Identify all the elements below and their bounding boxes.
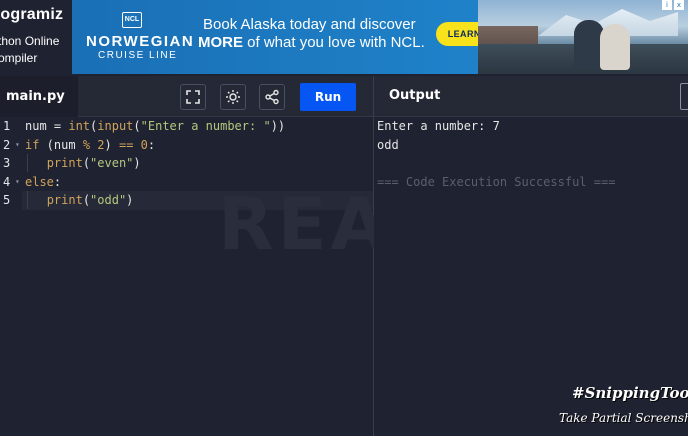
code-token: 2	[97, 137, 105, 152]
theme-sun-icon	[226, 90, 240, 104]
run-button[interactable]: Run	[300, 83, 356, 111]
code-token: (	[82, 193, 91, 207]
code-token: ==	[118, 137, 134, 152]
output-header: Output	[374, 76, 688, 117]
code-text: if (num % 2) == 0:	[25, 136, 155, 155]
fullscreen-icon	[186, 90, 200, 104]
ad-info-icon[interactable]: i	[662, 0, 672, 10]
code-editor[interactable]: 1 num = int(input("Enter a number: ")) 2 ▾ i…	[0, 117, 373, 436]
line-number: 5	[3, 193, 11, 207]
code-token: "odd"	[90, 193, 127, 207]
brand-subtitle-line1: thon Online	[0, 34, 60, 48]
ad-photo	[478, 0, 688, 74]
code-token: %	[82, 137, 91, 152]
snipping-tool-caption: Take Partial Screenshot	[559, 411, 688, 425]
code-text: num = int(input("Enter a number: "))	[25, 117, 285, 136]
line-number: 3	[3, 156, 11, 170]
ncl-logo-subtitle: CRUISE LINE	[98, 50, 178, 61]
share-icon	[265, 89, 279, 105]
code-token: (	[82, 156, 91, 170]
brand-name: rogramiz	[0, 6, 64, 23]
code-token: "Enter a number: "	[140, 119, 271, 133]
line-number: 4	[3, 174, 11, 189]
code-line[interactable]: 3 print("even")	[0, 154, 373, 173]
code-text: print("odd")	[25, 191, 134, 210]
code-token: input	[97, 119, 134, 133]
code-token: )	[126, 193, 134, 207]
brand-subtitle-line2: ompiler	[0, 51, 38, 65]
code-token: (	[133, 119, 141, 133]
code-line[interactable]: 1 num = int(input("Enter a number: "))	[0, 117, 373, 136]
fullscreen-button[interactable]	[180, 84, 206, 110]
code-token: :	[53, 174, 62, 189]
ncl-logo-badge: NCL	[122, 12, 142, 28]
ad-headline-line2: MORE of what you love with NCL.	[198, 34, 425, 51]
top-bar: rogramiz thon Online ompiler NCL NORWEGI…	[0, 0, 688, 76]
ncl-logo-title: NORWEGIAN	[86, 33, 195, 50]
line-number: 2	[3, 137, 11, 152]
editor-toolbar: main.py Run	[0, 76, 373, 117]
programiz-brand[interactable]: rogramiz thon Online ompiler	[0, 0, 72, 76]
ad-headline-rest: of what you love with NCL.	[243, 34, 425, 51]
output-line: Enter a number: 7	[377, 119, 500, 133]
person-figure	[600, 24, 630, 70]
code-token: )	[104, 137, 119, 152]
tab-main-py[interactable]: main.py	[0, 76, 78, 117]
code-token: else	[25, 174, 54, 189]
fold-arrow-icon[interactable]: ▾	[15, 136, 20, 155]
code-token: if	[25, 137, 40, 152]
snipping-tool-hashtag: #SnippingTool	[572, 384, 688, 402]
code-token: 0	[140, 137, 148, 152]
execution-status-line: === Code Execution Successful ===	[377, 174, 616, 189]
share-button[interactable]	[259, 84, 285, 110]
ad-close-icon[interactable]: x	[674, 0, 684, 10]
code-line[interactable]: 2 ▾ if (num % 2) == 0:	[0, 136, 373, 155]
code-token: :	[147, 137, 156, 152]
output-line: odd	[377, 137, 399, 152]
code-token: "even"	[90, 156, 134, 170]
code-token: ))	[270, 119, 286, 133]
code-text: else:	[25, 173, 61, 192]
clear-button[interactable]	[680, 83, 688, 110]
fold-arrow-icon[interactable]: ▾	[15, 173, 20, 192]
ad-controls: i x	[662, 0, 684, 10]
code-token: )	[133, 156, 141, 170]
code-token: print	[46, 156, 83, 170]
code-token: int	[68, 119, 91, 133]
ad-headline-bold: MORE	[198, 34, 243, 51]
ad-headline-line1: Book Alaska today and discover	[203, 16, 416, 33]
code-text: print("even")	[25, 154, 141, 173]
code-token: num =	[25, 119, 69, 133]
theme-toggle-button[interactable]	[220, 84, 246, 110]
code-token: (num	[39, 137, 83, 152]
line-number: 1	[3, 119, 11, 133]
ad-banner[interactable]: NCL NORWEGIAN CRUISE LINE Book Alaska to…	[72, 0, 688, 74]
output-title: Output	[389, 88, 441, 103]
code-token: print	[46, 193, 83, 207]
